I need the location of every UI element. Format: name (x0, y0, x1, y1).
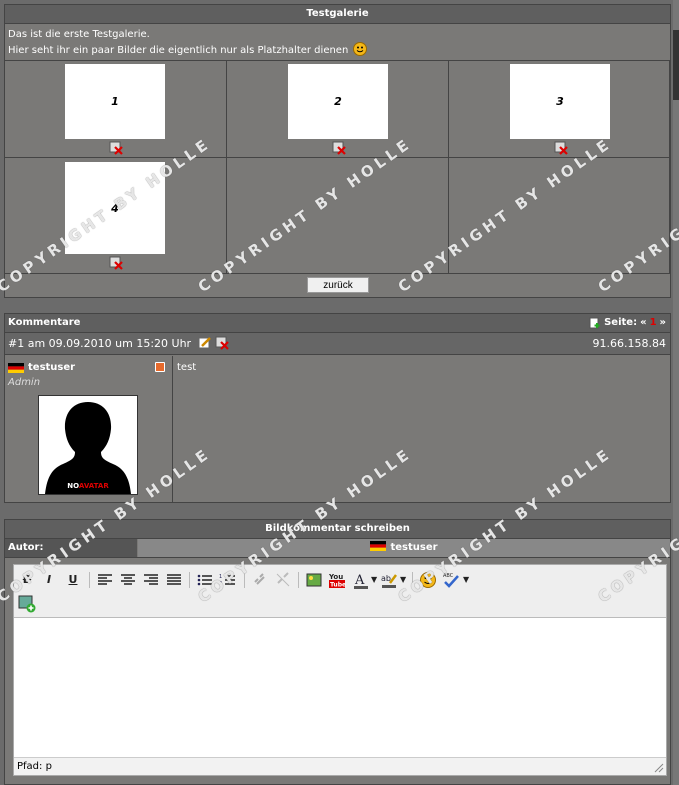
editor-statusbar: Pfad: p (14, 757, 666, 775)
thumbnail-label: 1 (111, 95, 119, 108)
pagination: Seite: « 1 » (589, 314, 666, 332)
grid-cell: 3 (449, 61, 670, 158)
online-status-icon (155, 362, 165, 372)
gallery-desc-line1: Das ist die erste Testgalerie. (8, 29, 150, 40)
avatar: NOAVATAR (38, 395, 138, 495)
svg-text:1: 1 (219, 574, 222, 580)
grid-cell: 2 (227, 61, 449, 158)
comment-ip: 91.66.158.84 (592, 337, 666, 350)
germany-flag-icon (8, 363, 24, 373)
delete-image-icon[interactable] (554, 141, 568, 155)
avatar-no-text: NO (67, 482, 79, 490)
highlight-color-icon[interactable]: ab (380, 571, 398, 589)
avatar-caption: NOAVATAR (39, 482, 137, 490)
gallery-description: Das ist die erste Testgalerie. Hier seht… (5, 24, 670, 59)
align-justify-icon[interactable] (165, 571, 183, 589)
insert-image-icon[interactable] (305, 571, 323, 589)
page-label: Seite: (604, 317, 638, 328)
thumbnail-image[interactable]: 1 (65, 64, 165, 139)
align-center-icon[interactable] (119, 571, 137, 589)
comment-username[interactable]: testuser (28, 362, 75, 373)
grid-cell (449, 158, 670, 274)
comment-meta: #1 am 09.09.2010 um 15:20 Uhr (8, 337, 192, 350)
spellcheck-icon[interactable]: ABC (442, 571, 460, 589)
thumbnail-label: 2 (334, 95, 342, 108)
comments-title: Kommentare (8, 317, 81, 328)
page-scrollbar[interactable] (673, 0, 679, 785)
write-comment-title: Bildkommentar schreiben (5, 520, 670, 539)
no-avatar-silhouette-icon (39, 396, 137, 494)
thumbnail-label: 4 (111, 201, 119, 215)
chevron-down-icon[interactable]: ▼ (371, 575, 377, 584)
comment-user-role: Admin (8, 377, 41, 388)
thumbnail-image[interactable]: 3 (510, 64, 610, 139)
text-color-icon[interactable]: A (352, 571, 370, 589)
gallery-desc-line2-wrap: Hier seht ihr ein paar Bilder die eigent… (8, 42, 667, 58)
avatar-avatar-text: AVATAR (78, 482, 109, 490)
unlink-icon[interactable] (274, 571, 292, 589)
delete-image-icon[interactable] (109, 256, 123, 270)
svg-text:ABC: ABC (443, 573, 454, 579)
gallery-title: Testgalerie (5, 5, 670, 24)
thumbnail-image[interactable]: 2 (288, 64, 388, 139)
svg-text:You: You (328, 573, 343, 581)
rich-text-editor: B I U 12 You Tube A ▼ ab ▼ ABC ▼ Pfad: p (13, 564, 667, 776)
link-icon[interactable] (251, 571, 269, 589)
editor-path: Pfad: p (17, 761, 52, 772)
smiley-icon (353, 42, 368, 56)
comments-panel: Kommentare Seite: « 1 » #1 am 09.09.2010… (4, 313, 671, 503)
align-right-icon[interactable] (142, 571, 160, 589)
germany-flag-icon (370, 541, 387, 551)
page-current[interactable]: 1 (650, 314, 657, 332)
page-prev-link[interactable]: « (640, 314, 646, 332)
grid-cell: 1 (5, 61, 227, 158)
author-row: Autor: testuser (5, 539, 670, 558)
svg-text:A: A (354, 573, 365, 588)
editor-content-area[interactable] (14, 618, 666, 756)
comment-author-box: testuser Admin NOAVATAR (5, 356, 173, 502)
scrollbar-thumb[interactable] (673, 30, 679, 100)
bullet-list-icon[interactable] (196, 571, 214, 589)
thumbnail-grid: 1 2 3 4 (5, 60, 670, 274)
resize-handle-icon[interactable] (654, 763, 664, 773)
youtube-icon[interactable]: YouTube (328, 571, 346, 589)
gallery-desc-line2: Hier seht ihr ein paar Bilder die eigent… (8, 45, 349, 56)
thumbnail-image[interactable]: 4 (65, 162, 165, 254)
page-next-link[interactable]: » (660, 314, 666, 332)
thumbnail-label: 3 (556, 95, 564, 108)
align-left-icon[interactable] (96, 571, 114, 589)
editor-toolbar: B I U 12 You Tube A ▼ ab ▼ ABC ▼ (14, 565, 666, 618)
comment-text: test (177, 362, 197, 373)
chevron-down-icon[interactable]: ▼ (463, 575, 469, 584)
grid-cell (227, 158, 449, 274)
author-value: testuser (390, 542, 438, 553)
delete-comment-icon[interactable] (215, 336, 229, 350)
back-button[interactable]: zurück (307, 277, 369, 293)
insert-gallery-image-icon[interactable] (18, 595, 36, 613)
grid-cell: 4 (5, 158, 227, 274)
comments-header: Kommentare Seite: « 1 » (5, 314, 670, 333)
write-comment-panel: Bildkommentar schreiben Autor: testuser … (4, 519, 671, 785)
chevron-down-icon[interactable]: ▼ (400, 575, 406, 584)
svg-text:2: 2 (219, 581, 222, 587)
author-value-box: testuser (138, 539, 670, 557)
edit-comment-icon[interactable] (198, 336, 212, 350)
bold-strike-button[interactable]: B (18, 571, 36, 589)
comment-header: #1 am 09.09.2010 um 15:20 Uhr 91.66.158.… (5, 333, 670, 355)
underline-button[interactable]: U (64, 571, 82, 589)
italic-button[interactable]: I (40, 571, 58, 589)
add-comment-icon[interactable] (589, 317, 601, 329)
delete-image-icon[interactable] (332, 141, 346, 155)
delete-image-icon[interactable] (109, 141, 123, 155)
author-label: Autor: (5, 539, 137, 557)
numbered-list-icon[interactable]: 12 (219, 571, 237, 589)
svg-text:Tube: Tube (330, 582, 346, 589)
gallery-panel: Testgalerie Das ist die erste Testgaleri… (4, 4, 671, 298)
emoticon-icon[interactable] (419, 571, 437, 589)
